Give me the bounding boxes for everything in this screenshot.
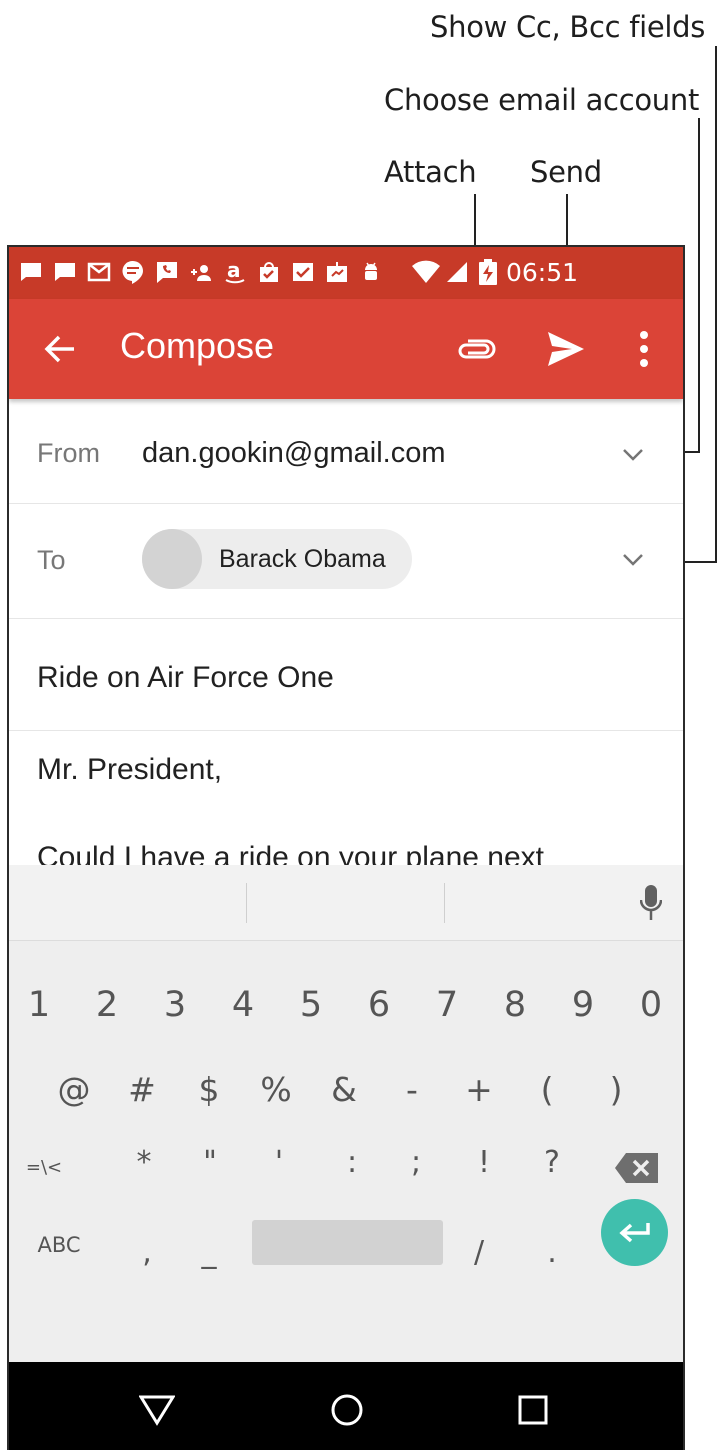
signal-icon — [447, 262, 467, 282]
body-line-2: Could I have a ride on your plane next — [37, 841, 544, 865]
voice-icon — [157, 262, 177, 283]
subject-field[interactable]: Ride on Air Force One — [37, 661, 334, 695]
key-plus[interactable]: + — [449, 1070, 509, 1109]
key-colon[interactable]: : — [327, 1145, 377, 1180]
key-double-quote[interactable]: " — [185, 1145, 235, 1180]
key-close-paren[interactable]: ) — [586, 1070, 646, 1109]
key-underscore[interactable]: _ — [184, 1235, 234, 1270]
send-icon[interactable] — [546, 330, 586, 368]
page-title: Compose — [120, 325, 275, 366]
contact-add-icon — [191, 265, 211, 281]
android-icon — [365, 262, 377, 280]
from-label: From — [37, 438, 100, 468]
recents-square-icon[interactable] — [518, 1395, 548, 1425]
key-4[interactable]: 4 — [213, 985, 273, 1025]
keyboard: 1 2 3 4 5 6 7 8 9 0 @ # $ % & - + ( ) =\… — [9, 865, 683, 1362]
key-asterisk[interactable]: * — [119, 1145, 169, 1180]
bag-check-icon — [260, 262, 278, 282]
key-9[interactable]: 9 — [553, 985, 613, 1025]
svg-text:a: a — [227, 260, 241, 282]
key-single-quote[interactable]: ' — [254, 1145, 304, 1180]
key-5[interactable]: 5 — [281, 985, 341, 1025]
key-abc[interactable]: ABC — [29, 1233, 89, 1257]
key-3[interactable]: 3 — [145, 985, 205, 1025]
amazon-icon: a — [225, 260, 245, 284]
key-8[interactable]: 8 — [485, 985, 545, 1025]
key-hash[interactable]: # — [112, 1070, 172, 1109]
microphone-icon[interactable] — [640, 884, 662, 922]
wifi-icon — [412, 260, 440, 283]
home-circle-icon[interactable] — [330, 1393, 364, 1427]
key-minus[interactable]: - — [382, 1070, 442, 1109]
to-row[interactable]: To Barack Obama — [9, 504, 683, 619]
space-bar[interactable] — [252, 1220, 443, 1265]
hangouts-icon — [122, 260, 143, 284]
key-open-paren[interactable]: ( — [517, 1070, 577, 1109]
key-more-symbols[interactable]: =\< — [19, 1157, 69, 1178]
key-0[interactable]: 0 — [621, 985, 681, 1025]
status-time: 06:51 — [506, 258, 579, 287]
key-at[interactable]: @ — [44, 1070, 104, 1109]
back-arrow-icon[interactable] — [44, 334, 76, 364]
cloud-icon — [327, 262, 347, 282]
paperclip-icon[interactable] — [456, 337, 496, 361]
message-icon — [21, 263, 41, 281]
key-7[interactable]: 7 — [417, 985, 477, 1025]
key-dollar[interactable]: $ — [179, 1070, 239, 1109]
body-field[interactable]: Mr. President, Could I have a ride on yo… — [9, 731, 683, 865]
mail-check-icon — [293, 263, 313, 281]
gmail-icon — [87, 262, 111, 282]
key-percent[interactable]: % — [246, 1070, 306, 1109]
key-ampersand[interactable]: & — [314, 1070, 374, 1109]
from-account[interactable]: dan.gookin@gmail.com — [142, 437, 445, 470]
from-row[interactable]: From dan.gookin@gmail.com — [9, 399, 683, 504]
suggestion-divider — [246, 883, 247, 923]
subject-row[interactable]: Ride on Air Force One — [9, 619, 683, 731]
key-semicolon[interactable]: ; — [391, 1145, 441, 1180]
body-line-1: Mr. President, — [37, 753, 223, 786]
key-comma[interactable]: , — [122, 1235, 172, 1270]
key-period[interactable]: . — [527, 1235, 577, 1270]
callout-send: Send — [530, 155, 602, 189]
leader-account-vertical — [698, 118, 700, 452]
app-bar: Compose — [9, 299, 683, 399]
back-triangle-icon[interactable] — [139, 1394, 175, 1426]
recipient-name: Barack Obama — [219, 545, 386, 573]
callout-attach: Attach — [384, 155, 477, 189]
more-vert-icon[interactable] — [639, 331, 649, 367]
callout-show-cc-bcc: Show Cc, Bcc fields — [430, 10, 706, 44]
leader-cc-vertical — [715, 46, 717, 562]
key-2[interactable]: 2 — [77, 985, 137, 1025]
battery-charging-icon — [479, 259, 497, 285]
avatar — [142, 529, 202, 589]
phone-screen: a 06:51 Compose From dan.gookin@gmail.co… — [7, 245, 685, 1450]
suggestion-strip — [9, 865, 683, 941]
key-slash[interactable]: / — [454, 1235, 504, 1270]
suggestion-divider — [444, 883, 445, 923]
key-exclamation[interactable]: ! — [459, 1145, 509, 1180]
navigation-bar — [9, 1362, 683, 1450]
backspace-icon[interactable] — [614, 1152, 660, 1184]
key-1[interactable]: 1 — [9, 985, 69, 1025]
enter-icon — [619, 1223, 650, 1243]
to-label: To — [37, 545, 66, 575]
chevron-down-icon[interactable] — [622, 447, 644, 461]
message-icon — [55, 263, 75, 281]
chevron-down-icon[interactable] — [622, 552, 644, 566]
recipient-chip[interactable]: Barack Obama — [142, 529, 412, 589]
enter-key[interactable] — [601, 1199, 668, 1266]
key-6[interactable]: 6 — [349, 985, 409, 1025]
key-question[interactable]: ? — [527, 1145, 577, 1180]
callout-choose-account: Choose email account — [384, 83, 700, 117]
status-bar: a 06:51 — [9, 247, 683, 299]
